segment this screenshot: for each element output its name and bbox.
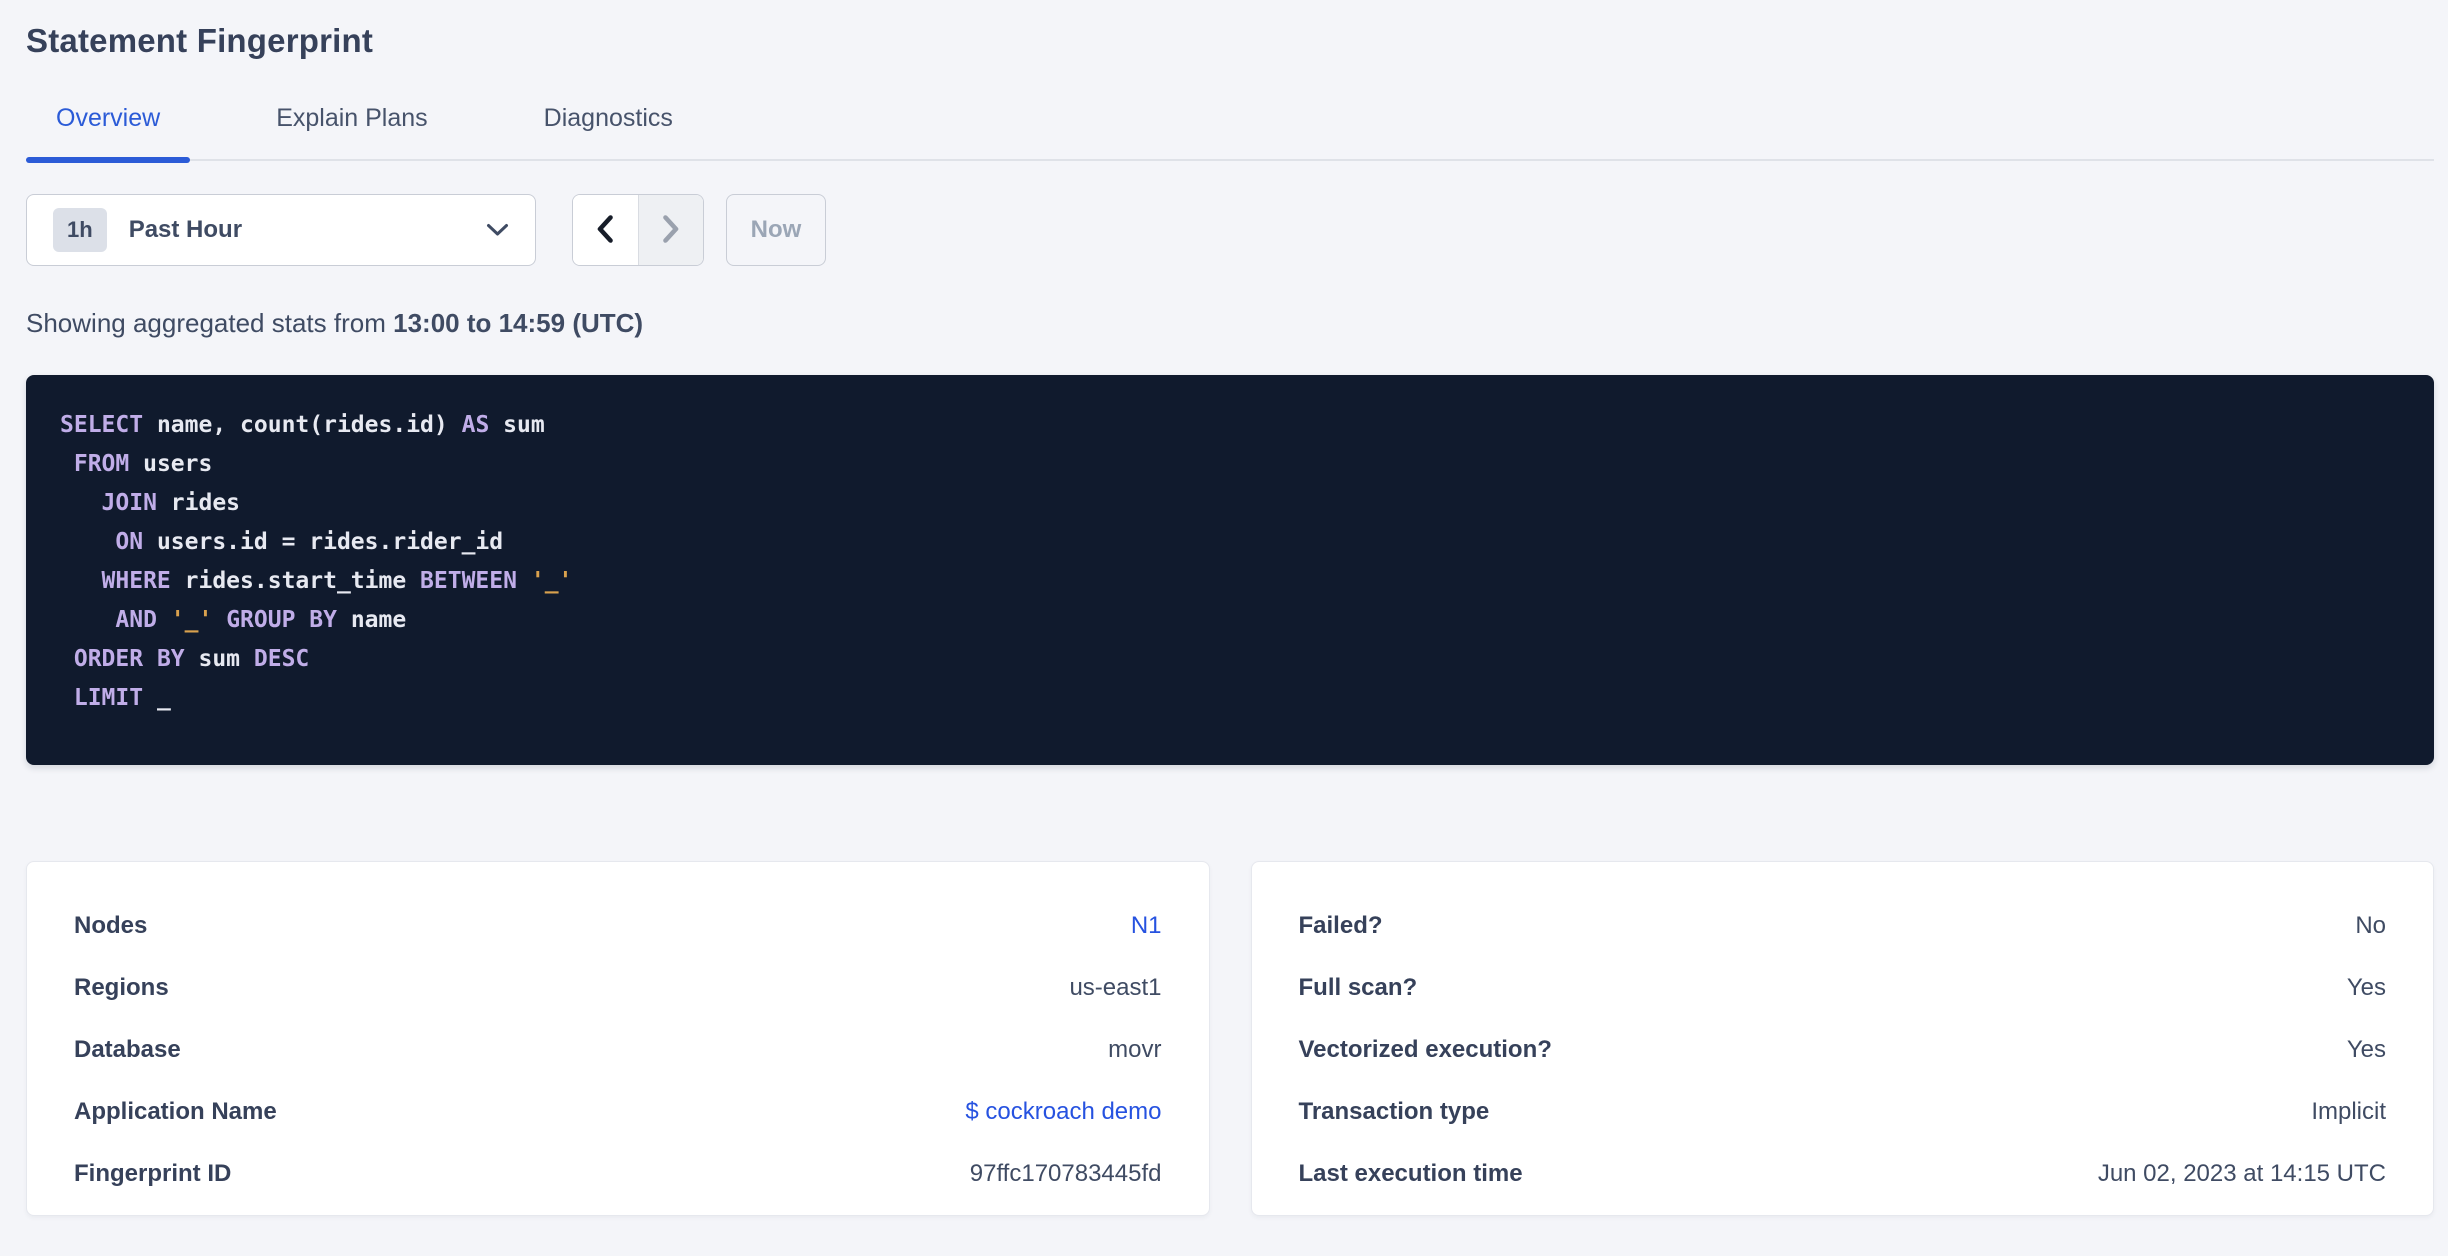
chevron-left-icon [596, 214, 614, 247]
sql-line: LIMIT _ [73, 685, 171, 711]
tab-explain-plans[interactable]: Explain Plans [246, 104, 457, 159]
sql-line: FROM users [73, 451, 213, 477]
prev-time-button[interactable] [573, 195, 638, 265]
row-value: 97ffc170783445fd [969, 1160, 1162, 1187]
chevron-right-icon [662, 214, 680, 247]
row-label: Last execution time [1298, 1160, 1523, 1187]
row-value: movr [1108, 1036, 1162, 1063]
row-value-link[interactable]: N1 [1131, 912, 1162, 940]
sql-line: SELECT name, count(rides.id) AS sum [60, 412, 545, 438]
row-label: Full scan? [1298, 974, 1418, 1001]
row-value: Jun 02, 2023 at 14:15 UTC [2097, 1160, 2386, 1187]
caption-time-range: 13:00 to 14:59 (UTC) [393, 308, 644, 338]
sql-line: AND '_' GROUP BY name [115, 607, 407, 633]
row-value: us-east1 [1069, 974, 1162, 1001]
card-row: Nodes N1 [74, 895, 1162, 957]
card-row: Vectorized execution? Yes [1299, 1019, 2387, 1081]
time-interval-dropdown[interactable]: 1h Past Hour [26, 194, 536, 266]
card-row: Regions us-east1 [74, 957, 1162, 1019]
row-value: Yes [2346, 974, 2386, 1001]
card-row: Full scan? Yes [1299, 957, 2387, 1019]
row-label: Database [74, 1036, 181, 1063]
row-label: Failed? [1298, 912, 1383, 939]
now-button[interactable]: Now [726, 194, 826, 266]
sql-statement-box: SELECT name, count(rides.id) AS sum FROM… [26, 375, 2434, 765]
card-row: Fingerprint ID 97ffc170783445fd [74, 1143, 1162, 1205]
caption-prefix: Showing aggregated stats from [26, 308, 394, 338]
row-value-link[interactable]: $ cockroach demo [965, 1098, 1161, 1126]
card-row: Transaction type Implicit [1299, 1081, 2387, 1143]
time-controls: 1h Past Hour Now [26, 194, 2434, 266]
sql-line: ORDER BY sum DESC [73, 646, 310, 672]
tab-diagnostics[interactable]: Diagnostics [514, 104, 703, 159]
sql-line: ON users.id = rides.rider_id [115, 529, 504, 555]
card-row: Last execution time Jun 02, 2023 at 14:1… [1299, 1143, 2387, 1205]
sql-code: SELECT name, count(rides.id) AS sum FROM… [60, 406, 2400, 718]
tab-overview[interactable]: Overview [26, 104, 191, 163]
tab-label: Diagnostics [543, 104, 673, 132]
card-row: Failed? No [1299, 895, 2387, 957]
next-time-button[interactable] [637, 195, 703, 265]
row-label: Nodes [74, 912, 148, 939]
statement-fingerprint-page: Statement Fingerprint Overview Explain P… [0, 0, 2448, 1216]
row-value: Implicit [2311, 1098, 2386, 1125]
tab-label: Explain Plans [276, 104, 428, 132]
row-value: Yes [2346, 1036, 2386, 1063]
tabs: Overview Explain Plans Diagnostics [26, 104, 2434, 163]
sql-line: JOIN rides [101, 490, 241, 516]
row-label: Transaction type [1298, 1098, 1490, 1125]
execution-attributes-card: Failed? No Full scan? Yes Vectorized exe… [1250, 861, 2434, 1216]
row-value: No [2355, 912, 2386, 939]
row-label: Regions [74, 974, 169, 1001]
row-label: Application Name [74, 1098, 277, 1125]
summary-cards: Nodes N1 Regions us-east1 Database movr … [26, 861, 2434, 1216]
page-title: Statement Fingerprint [26, 22, 374, 59]
sql-line: WHERE rides.start_time BETWEEN '_' [101, 568, 573, 594]
statement-details-card: Nodes N1 Regions us-east1 Database movr … [26, 861, 1210, 1216]
row-label: Fingerprint ID [74, 1160, 232, 1187]
time-nav-button-group [572, 194, 704, 266]
tab-label: Overview [56, 104, 161, 132]
aggregated-stats-caption: Showing aggregated stats from 13:00 to 1… [26, 308, 2434, 339]
time-interval-badge: 1h [53, 208, 107, 252]
chevron-down-icon [486, 223, 509, 237]
card-row: Application Name $ cockroach demo [74, 1081, 1162, 1143]
card-row: Database movr [74, 1019, 1162, 1081]
time-interval-label: Past Hour [128, 216, 243, 243]
row-label: Vectorized execution? [1298, 1036, 1552, 1063]
